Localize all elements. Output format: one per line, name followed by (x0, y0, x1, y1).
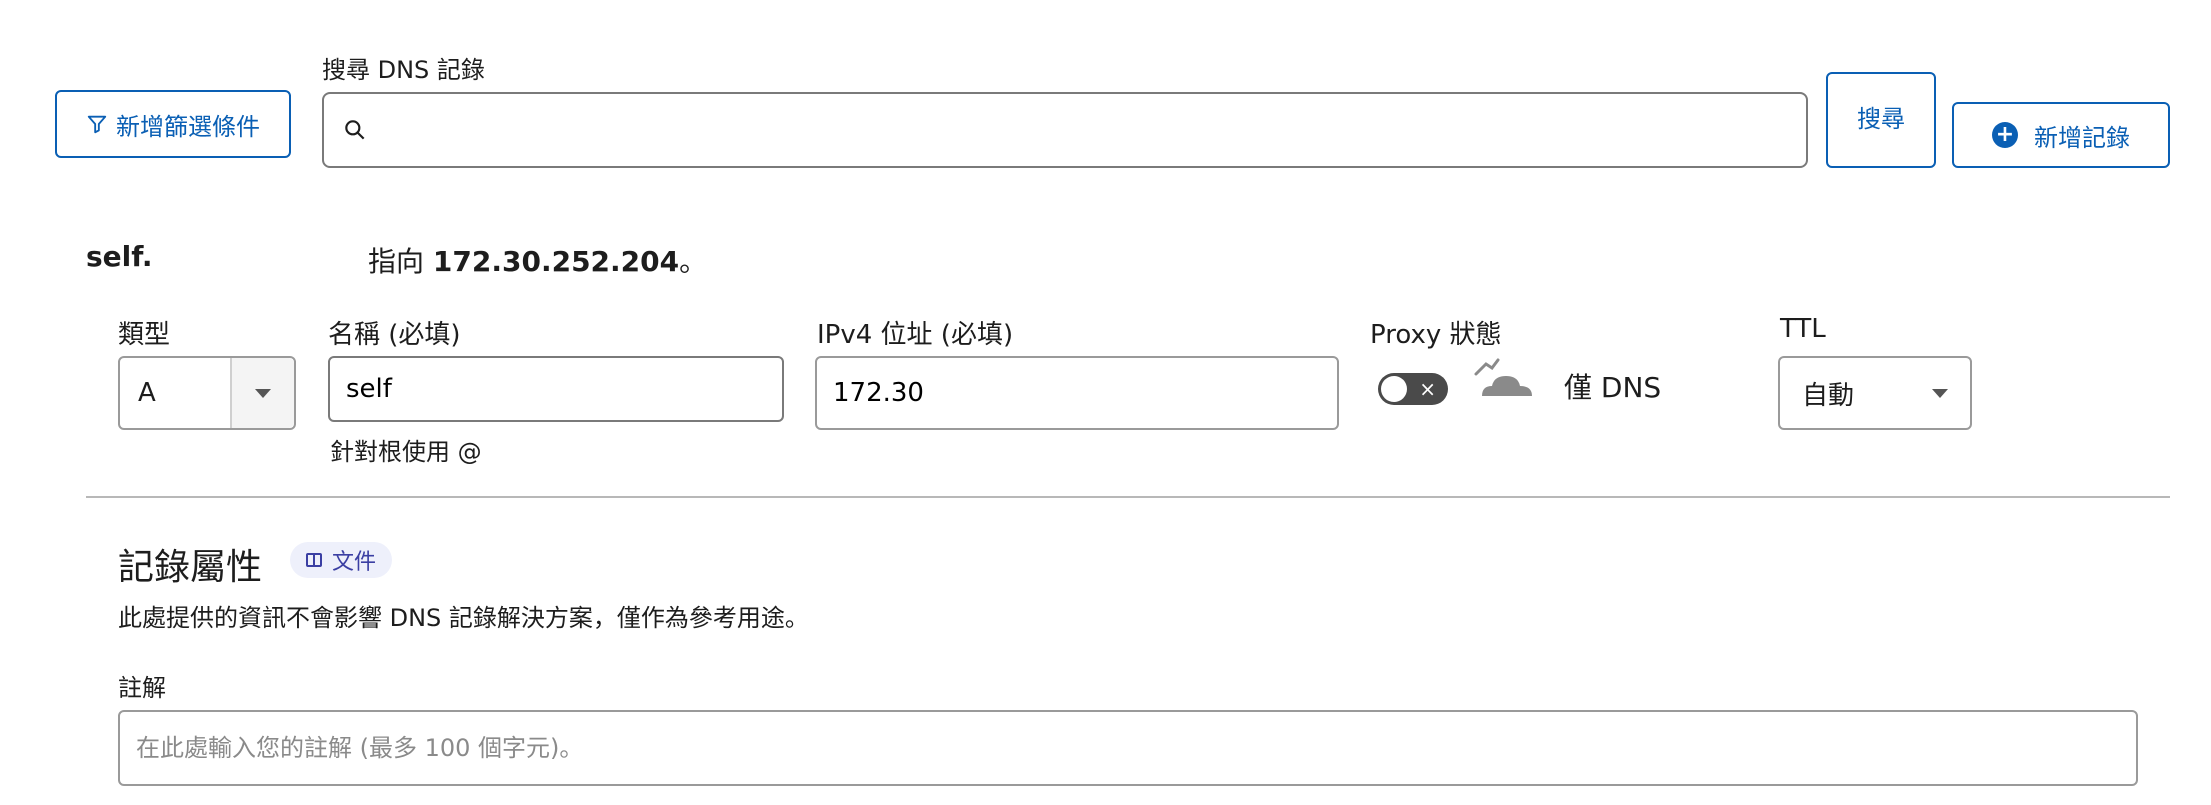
toggle-knob (1381, 376, 1407, 402)
name-label: 名稱 (必填) (328, 320, 461, 350)
search-icon (345, 120, 365, 140)
ttl-select[interactable]: 自動 (1778, 356, 1972, 430)
documentation-label: 文件 (332, 550, 377, 575)
filter-icon (87, 115, 107, 134)
search-button[interactable]: 搜尋 (1826, 72, 1936, 168)
search-input[interactable] (378, 94, 1806, 166)
comment-label: 註解 (118, 674, 166, 702)
comment-input[interactable] (118, 710, 2138, 786)
type-value: A (138, 378, 156, 408)
section-divider (86, 496, 2170, 498)
search-label: 搜尋 DNS 記錄 (322, 56, 485, 84)
add-record-button[interactable]: + 新增記錄 (1952, 102, 2170, 168)
caret-down-icon (255, 388, 271, 398)
proxy-status-text: 僅 DNS (1564, 371, 1662, 404)
record-name: self. (86, 240, 153, 273)
name-input[interactable] (328, 356, 784, 422)
type-label: 類型 (118, 320, 171, 350)
points-ip: 172.30.252.204 (432, 245, 680, 278)
proxy-toggle[interactable]: × (1378, 373, 1448, 405)
add-filter-label: 新增篩選條件 (116, 112, 260, 141)
proxy-status-label: Proxy 狀態 (1370, 320, 1502, 350)
type-dropdown-toggle[interactable] (230, 358, 294, 428)
type-select[interactable]: A (118, 356, 296, 430)
name-hint: 針對根使用 @ (330, 438, 482, 466)
add-filter-button[interactable]: 新增篩選條件 (55, 90, 291, 158)
ipv4-input[interactable] (815, 356, 1339, 430)
points-suffix: 。 (679, 245, 708, 278)
add-record-label: 新增記錄 (2034, 123, 2130, 152)
documentation-link[interactable]: 文件 (290, 542, 393, 578)
toggle-off-icon: × (1419, 377, 1436, 401)
caret-down-icon (1932, 388, 1948, 398)
dns-only-cloud-icon (1474, 358, 1532, 396)
record-attributes-description: 此處提供的資訊不會影響 DNS 記錄解決方案，僅作為參考用途。 (118, 604, 809, 632)
ipv4-label: IPv4 位址 (必填) (817, 320, 1014, 350)
record-points-to: 指向 172.30.252.204。 (368, 240, 707, 280)
ttl-label: TTL (1780, 314, 1826, 344)
ttl-value: 自動 (1802, 380, 1855, 411)
points-prefix: 指向 (368, 245, 433, 278)
book-icon (306, 553, 322, 567)
record-attributes-title: 記錄屬性 (118, 547, 263, 588)
plus-circle-icon: + (1992, 122, 2018, 148)
search-field[interactable] (322, 92, 1808, 168)
